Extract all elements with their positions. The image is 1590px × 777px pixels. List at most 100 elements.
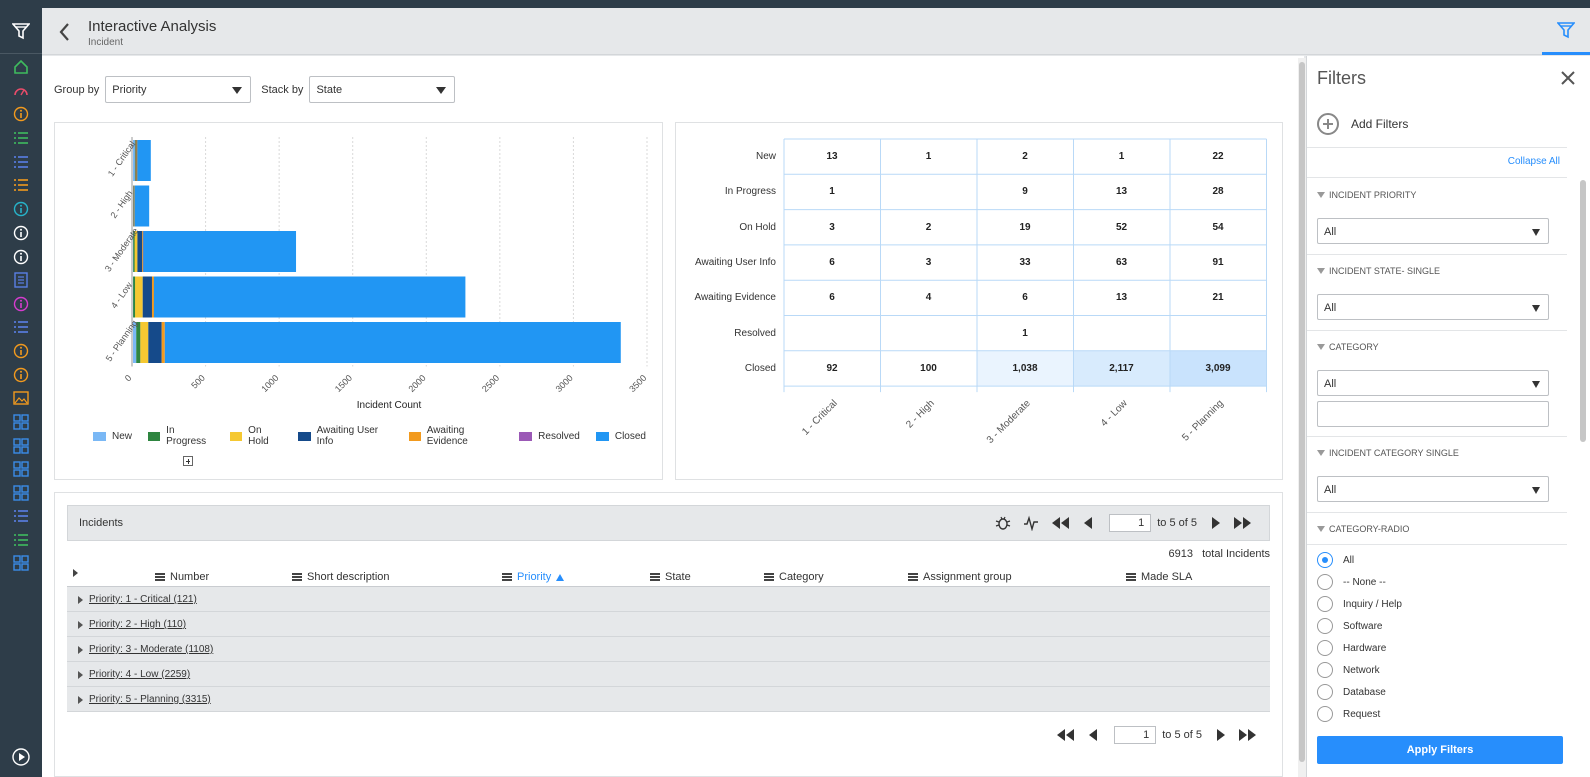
- col-assignment-group[interactable]: Assignment group: [908, 571, 1012, 583]
- prev-page-icon[interactable]: [1083, 517, 1093, 529]
- radio-icon[interactable]: [1317, 596, 1333, 612]
- radio-icon[interactable]: [1317, 574, 1333, 590]
- back-arrow-icon[interactable]: [56, 20, 74, 44]
- legend-item[interactable]: New: [93, 425, 132, 447]
- pivot-cell[interactable]: 1: [1074, 151, 1170, 162]
- pivot-cell[interactable]: 100: [881, 363, 977, 374]
- radio-icon[interactable]: [1317, 662, 1333, 678]
- list-icon[interactable]: [12, 531, 30, 549]
- radio-selected-icon[interactable]: [1317, 552, 1333, 568]
- next-page-icon[interactable]: [1211, 517, 1221, 529]
- pivot-cell[interactable]: 92: [784, 363, 880, 374]
- grid-icon[interactable]: [12, 437, 30, 455]
- col-made-sla[interactable]: Made SLA: [1126, 571, 1192, 583]
- play-icon[interactable]: [11, 747, 31, 767]
- grid-icon[interactable]: [12, 484, 30, 502]
- expand-row-icon[interactable]: [78, 696, 83, 704]
- col-priority[interactable]: Priority: [502, 571, 565, 583]
- column-menu-icon[interactable]: [1126, 573, 1136, 581]
- category-select[interactable]: All: [1317, 370, 1549, 396]
- radio-software[interactable]: Software: [1317, 618, 1382, 634]
- radio-hardware[interactable]: Hardware: [1317, 640, 1386, 656]
- group-row[interactable]: Priority: 5 - Planning (3315): [67, 687, 1270, 712]
- filters-scrollbar[interactable]: [1580, 180, 1586, 442]
- legend-item[interactable]: Closed: [595, 425, 646, 447]
- stack-by-select[interactable]: State: [309, 76, 456, 103]
- pivot-cell[interactable]: 13: [784, 151, 880, 162]
- column-menu-icon[interactable]: [502, 573, 512, 581]
- pivot-cell[interactable]: 28: [1170, 186, 1266, 197]
- list-icon[interactable]: [12, 129, 30, 147]
- column-menu-icon[interactable]: [155, 573, 165, 581]
- section-category[interactable]: CATEGORY: [1317, 342, 1379, 352]
- column-menu-icon[interactable]: [764, 573, 774, 581]
- radio-request[interactable]: Request: [1317, 706, 1380, 722]
- main-scrollbar[interactable]: [1298, 58, 1306, 777]
- add-filters-button[interactable]: Add Filters: [1317, 113, 1408, 135]
- group-row-label[interactable]: Priority: 5 - Planning (3315): [89, 694, 211, 705]
- group-row-label[interactable]: Priority: 2 - High (110): [89, 619, 186, 630]
- info-icon[interactable]: [12, 295, 30, 313]
- group-row[interactable]: Priority: 1 - Critical (121): [67, 587, 1270, 612]
- pivot-cell[interactable]: 6: [977, 292, 1073, 303]
- group-row[interactable]: Priority: 3 - Moderate (1108): [67, 637, 1270, 662]
- group-row[interactable]: Priority: 4 - Low (2259): [67, 662, 1270, 687]
- first-page-icon[interactable]: [1051, 517, 1071, 529]
- first-page-icon[interactable]: [1056, 729, 1076, 741]
- pivot-cell[interactable]: 13: [1074, 186, 1170, 197]
- col-short-description[interactable]: Short description: [292, 571, 390, 583]
- list-icon[interactable]: [12, 318, 30, 336]
- col-number[interactable]: Number: [155, 571, 209, 583]
- gauge-icon[interactable]: [12, 82, 30, 100]
- pivot-cell[interactable]: 6: [784, 257, 880, 268]
- info-icon[interactable]: [12, 105, 30, 123]
- radio-inquiry-help[interactable]: Inquiry / Help: [1317, 596, 1402, 612]
- group-row[interactable]: Priority: 2 - High (110): [67, 612, 1270, 637]
- grid-icon[interactable]: [12, 554, 30, 572]
- radio-all[interactable]: All: [1317, 552, 1354, 568]
- section-incident-priority[interactable]: INCIDENT PRIORITY: [1317, 190, 1416, 200]
- list-icon[interactable]: [12, 153, 30, 171]
- pivot-cell[interactable]: 19: [977, 222, 1073, 233]
- list-icon[interactable]: [12, 176, 30, 194]
- pivot-cell[interactable]: 2,117: [1074, 363, 1170, 374]
- document-icon[interactable]: [12, 271, 30, 289]
- close-icon[interactable]: [1560, 70, 1576, 86]
- last-page-icon[interactable]: [1238, 729, 1258, 741]
- group-row-label[interactable]: Priority: 3 - Moderate (1108): [89, 644, 213, 655]
- radio-database[interactable]: Database: [1317, 684, 1386, 700]
- radio-none[interactable]: -- None --: [1317, 574, 1386, 590]
- pivot-cell[interactable]: 9: [977, 186, 1073, 197]
- pivot-cell[interactable]: 54: [1170, 222, 1266, 233]
- pivot-cell[interactable]: 3,099: [1170, 363, 1266, 374]
- pivot-cell[interactable]: 3: [881, 257, 977, 268]
- section-incident-state[interactable]: INCIDENT STATE- SINGLE: [1317, 266, 1440, 276]
- pivot-cell[interactable]: 52: [1074, 222, 1170, 233]
- pivot-cell[interactable]: 1: [977, 328, 1073, 339]
- section-incident-category-single[interactable]: INCIDENT CATEGORY SINGLE: [1317, 448, 1459, 458]
- pivot-cell[interactable]: 3: [784, 222, 880, 233]
- column-menu-icon[interactable]: [908, 573, 918, 581]
- expand-icon[interactable]: [183, 456, 193, 466]
- scrollbar-thumb[interactable]: [1299, 62, 1305, 762]
- legend-item[interactable]: Resolved: [519, 425, 580, 447]
- pivot-cell[interactable]: 4: [881, 292, 977, 303]
- page-input[interactable]: 1: [1109, 514, 1152, 532]
- expand-row-icon[interactable]: [78, 671, 83, 679]
- group-row-label[interactable]: Priority: 1 - Critical (121): [89, 594, 197, 605]
- legend-item[interactable]: In Progress: [148, 425, 214, 447]
- home-icon[interactable]: [12, 58, 30, 76]
- pivot-cell[interactable]: 1,038: [977, 363, 1073, 374]
- radio-network[interactable]: Network: [1317, 662, 1380, 678]
- expand-row-icon[interactable]: [78, 646, 83, 654]
- radio-icon[interactable]: [1317, 618, 1333, 634]
- prev-page-icon[interactable]: [1088, 729, 1098, 741]
- pivot-cell[interactable]: 22: [1170, 151, 1266, 162]
- incident-category-select[interactable]: All: [1317, 476, 1549, 502]
- incident-priority-select[interactable]: All: [1317, 218, 1549, 244]
- next-page-icon[interactable]: [1216, 729, 1226, 741]
- pivot-cell[interactable]: 13: [1074, 292, 1170, 303]
- expand-row-icon[interactable]: [78, 621, 83, 629]
- pivot-cell[interactable]: 63: [1074, 257, 1170, 268]
- expand-all-icon[interactable]: [73, 569, 78, 577]
